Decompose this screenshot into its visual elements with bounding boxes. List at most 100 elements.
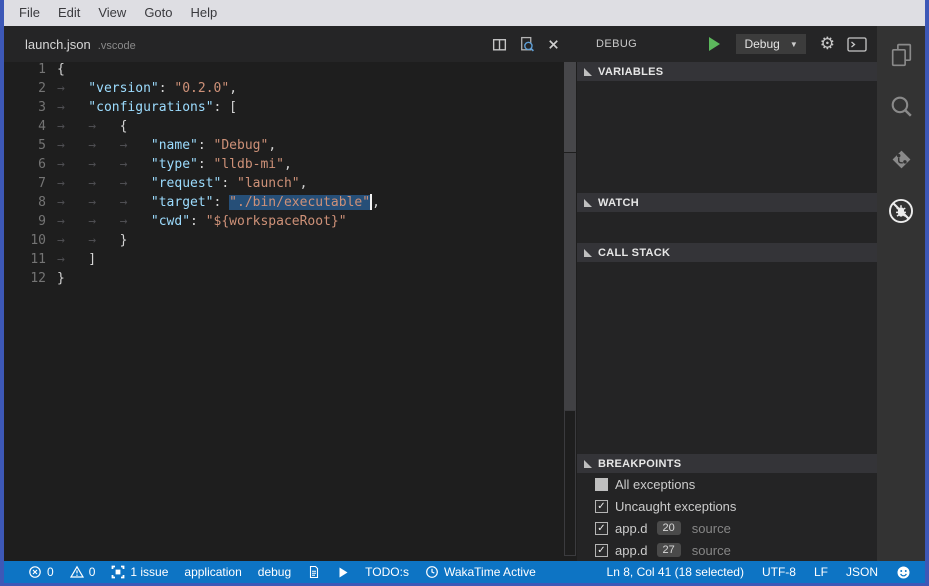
status-text: UTF-8 [762, 565, 796, 579]
git-branch-icon[interactable] [877, 133, 925, 185]
debug-toolbar: DEBUG Debug ▼ ⚙ [577, 26, 877, 62]
clock-icon [425, 565, 439, 579]
line-number: 3 [4, 98, 46, 117]
whitespace-tab-indicator: → [120, 193, 151, 212]
status-task-file[interactable] [307, 565, 321, 579]
issues-icon [111, 565, 125, 579]
status-run-task[interactable] [337, 566, 349, 579]
checkbox-checked[interactable]: ✓ [595, 522, 608, 535]
line-number: 12 [4, 269, 46, 288]
chevron-down-icon: ▼ [790, 40, 798, 49]
files-icon[interactable] [877, 29, 925, 81]
breakpoint-label: All exceptions [615, 477, 695, 492]
code-token: "type" [151, 157, 198, 172]
whitespace-tab-indicator: → [120, 136, 151, 155]
status-eol[interactable]: LF [814, 565, 828, 579]
whitespace-tab-indicator: → [57, 136, 88, 155]
whitespace-tab-indicator: → [88, 193, 119, 212]
menu-item-view[interactable]: View [89, 0, 135, 26]
code-token: { [57, 62, 65, 77]
section-header-watch[interactable]: WATCH [577, 193, 877, 212]
status-application[interactable]: application [184, 565, 241, 579]
code-editor[interactable]: 1{2→"version": "0.2.0",3→"configurations… [4, 60, 563, 561]
menu-item-file[interactable]: File [10, 0, 49, 26]
status-warning-count[interactable]: 0 [70, 565, 96, 579]
code-line[interactable]: 1{ [4, 60, 563, 79]
breakpoint-row[interactable]: ✓Uncaught exceptions [577, 495, 877, 517]
breakpoint-line-badge: 20 [657, 521, 681, 535]
scrollbar-track[interactable] [564, 410, 576, 556]
editor-tab-bar: launch.json .vscode [4, 26, 577, 62]
code-token: { [120, 119, 128, 134]
code-token: , [372, 195, 380, 210]
code-token: "cwd" [151, 214, 190, 229]
menu-item-help[interactable]: Help [182, 0, 227, 26]
section-label: WATCH [598, 197, 639, 209]
code-line[interactable]: 3→"configurations": [ [4, 98, 563, 117]
line-number: 7 [4, 174, 46, 193]
code-token: : [190, 214, 206, 229]
status-text: WakaTime Active [444, 565, 536, 579]
status-text: application [184, 565, 241, 579]
whitespace-tab-indicator: → [57, 174, 88, 193]
code-token: : [198, 157, 214, 172]
status-cursor-position[interactable]: Ln 8, Col 41 (18 selected) [607, 565, 744, 579]
editor-scrollbar[interactable] [563, 62, 577, 556]
status-error-count[interactable]: 0 [28, 565, 54, 579]
section-header-breakpoints[interactable]: BREAKPOINTS [577, 454, 877, 473]
status-text: 0 [89, 565, 96, 579]
debug-config-dropdown[interactable]: Debug ▼ [736, 34, 805, 54]
status-language[interactable]: JSON [846, 565, 878, 579]
code-line[interactable]: 7→→→"request": "launch", [4, 174, 563, 193]
status-wakatime[interactable]: WakaTime Active [425, 565, 536, 579]
breakpoint-row[interactable]: ✓app.d20source [577, 517, 877, 539]
breakpoint-row[interactable]: All exceptions [577, 473, 877, 495]
code-line[interactable]: 2→"version": "0.2.0", [4, 79, 563, 98]
debug-console-icon[interactable] [847, 37, 867, 52]
code-line[interactable]: 4→→{ [4, 117, 563, 136]
breakpoint-row[interactable]: ✓app.d27source [577, 539, 877, 561]
collapse-twisty-icon [584, 199, 592, 207]
checkbox-checked[interactable]: ✓ [595, 500, 608, 513]
tab-launch-json[interactable]: launch.json .vscode [4, 37, 136, 52]
section-header-variables[interactable]: VARIABLES [577, 62, 877, 81]
code-token: } [120, 233, 128, 248]
code-line[interactable]: 5→→→"name": "Debug", [4, 136, 563, 155]
line-number: 2 [4, 79, 46, 98]
section-header-callstack[interactable]: CALL STACK [577, 243, 877, 262]
debug-icon[interactable] [877, 185, 925, 237]
menu-item-goto[interactable]: Goto [135, 0, 181, 26]
code-line[interactable]: 10→→} [4, 231, 563, 250]
status-issues[interactable]: 1 issue [111, 565, 168, 579]
checkbox-unchecked[interactable] [595, 478, 608, 491]
code-line[interactable]: 11→] [4, 250, 563, 269]
code-token: "configurations" [88, 100, 213, 115]
line-number: 11 [4, 250, 46, 269]
code-line[interactable]: 9→→→"cwd": "${workspaceRoot}" [4, 212, 563, 231]
checkbox-checked[interactable]: ✓ [595, 544, 608, 557]
status-todos[interactable]: TODO:s [365, 565, 409, 579]
close-icon[interactable] [544, 35, 562, 53]
code-line[interactable]: 12} [4, 269, 563, 288]
start-debug-icon[interactable] [709, 37, 720, 51]
file-icon [307, 565, 321, 579]
configure-gear-icon[interactable]: ⚙ [820, 36, 835, 53]
section-content-watch [577, 212, 877, 243]
split-editor-icon[interactable] [490, 35, 508, 53]
status-debug-target[interactable]: debug [258, 565, 291, 579]
tab-title: launch.json [25, 37, 91, 52]
vscode-window: FileEditViewGotoHelp launch.json .vscode… [0, 0, 929, 586]
status-feedback[interactable] [896, 565, 911, 580]
code-line[interactable]: 6→→→"type": "lldb-mi", [4, 155, 563, 174]
code-token: , [229, 81, 237, 96]
scrollbar-thumb-top[interactable] [564, 62, 576, 152]
code-line[interactable]: 8→→→"target": "./bin/executable", [4, 193, 563, 212]
search-icon[interactable] [877, 81, 925, 133]
selected-text: "./bin/executable" [229, 195, 370, 210]
preview-icon[interactable] [517, 35, 535, 53]
status-encoding[interactable]: UTF-8 [762, 565, 796, 579]
whitespace-tab-indicator: → [88, 231, 119, 250]
menu-item-edit[interactable]: Edit [49, 0, 89, 26]
whitespace-tab-indicator: → [57, 231, 88, 250]
scrollbar-thumb[interactable] [564, 153, 576, 410]
